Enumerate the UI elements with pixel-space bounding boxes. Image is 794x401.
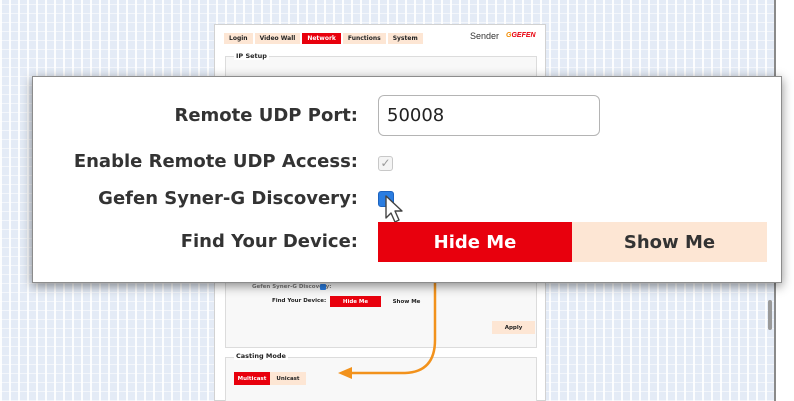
tab-system[interactable]: System bbox=[387, 33, 423, 44]
ip-setup-legend: IP Setup bbox=[234, 52, 269, 60]
tab-network[interactable]: Network bbox=[302, 33, 341, 44]
unicast-button[interactable]: Unicast bbox=[270, 372, 306, 385]
find-device-label-small: Find Your Device: bbox=[272, 298, 327, 304]
hide-me-button[interactable]: Hide Me bbox=[378, 222, 572, 262]
apply-button[interactable]: Apply bbox=[492, 321, 535, 334]
tab-login[interactable]: Login bbox=[224, 33, 253, 44]
show-me-button[interactable]: Show Me bbox=[572, 222, 767, 262]
syner-g-discovery-checkbox-small[interactable] bbox=[320, 284, 326, 290]
tab-bar: Login Video Wall Network Functions Syste… bbox=[224, 33, 423, 44]
device-name: Sender bbox=[470, 31, 500, 41]
remote-udp-port-input[interactable]: 50008 bbox=[378, 95, 600, 136]
enable-remote-udp-checkbox[interactable]: ✓ bbox=[378, 156, 393, 171]
zoomed-callout-panel: Remote UDP Port: 50008 Enable Remote UDP… bbox=[32, 76, 782, 283]
enable-remote-udp-label: Enable Remote UDP Access: bbox=[73, 151, 358, 172]
casting-mode-legend: Casting Mode bbox=[234, 352, 288, 360]
curved-arrow-icon bbox=[338, 282, 437, 379]
find-device-label: Find Your Device: bbox=[180, 231, 358, 252]
gefen-logo: GGEFEN bbox=[506, 32, 536, 39]
syner-g-discovery-label: Gefen Syner-G Discovery: bbox=[98, 188, 358, 209]
tab-video-wall[interactable]: Video Wall bbox=[254, 33, 301, 44]
scrollbar-thumb[interactable] bbox=[768, 300, 772, 330]
mouse-pointer-icon bbox=[385, 195, 403, 223]
tab-functions[interactable]: Functions bbox=[342, 33, 386, 44]
remote-udp-port-label: Remote UDP Port: bbox=[174, 105, 358, 126]
multicast-button[interactable]: Multicast bbox=[234, 372, 270, 385]
